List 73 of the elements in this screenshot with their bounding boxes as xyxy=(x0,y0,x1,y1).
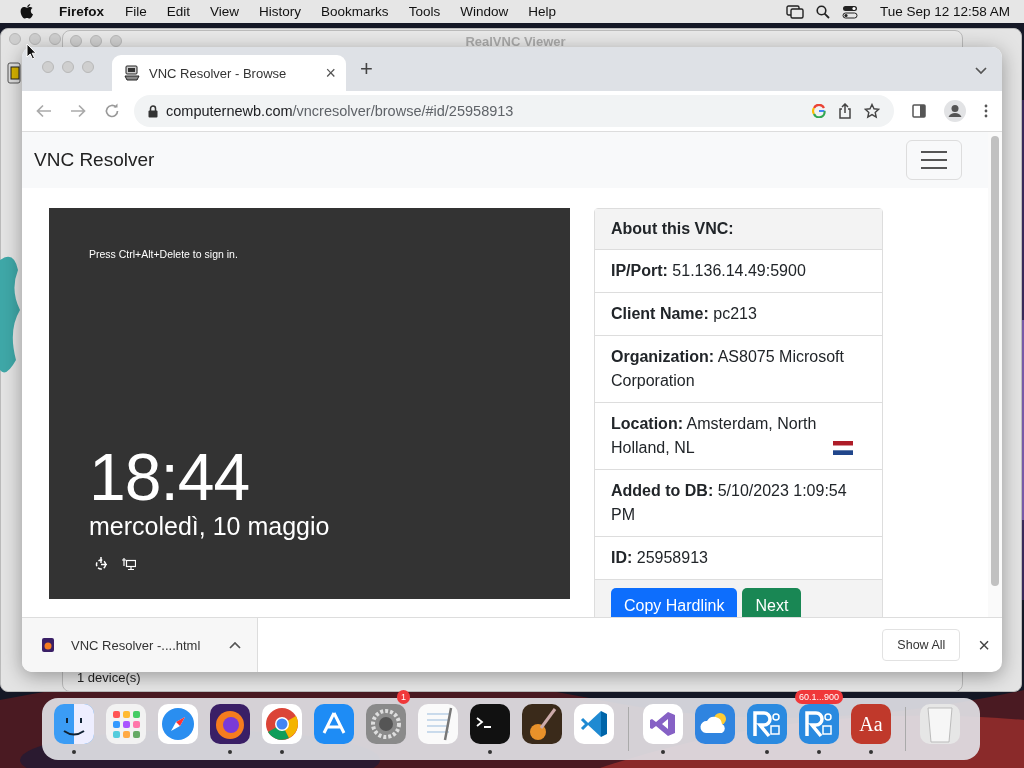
menu-item[interactable]: Edit xyxy=(166,4,191,19)
site-brand[interactable]: VNC Resolver xyxy=(34,149,155,171)
app-icon[interactable] xyxy=(574,704,614,744)
chevron-down-icon[interactable] xyxy=(975,67,987,75)
device-count: 1 device(s) xyxy=(76,670,142,687)
info-text: Location: Amsterdam, North Holland, NL xyxy=(611,414,818,458)
network-icon[interactable] xyxy=(122,557,136,570)
scrollbar-thumb[interactable] xyxy=(991,136,999,586)
next-button[interactable]: Next xyxy=(742,588,802,617)
menu-item[interactable]: File xyxy=(125,4,147,19)
chevron-up-icon xyxy=(229,641,241,649)
app-icon[interactable] xyxy=(522,704,562,744)
menu-item[interactable]: Window xyxy=(460,4,509,19)
reload-icon[interactable] xyxy=(104,103,120,119)
profile-icon[interactable] xyxy=(944,100,966,122)
running-dot xyxy=(869,750,873,754)
back-icon[interactable] xyxy=(36,104,52,118)
app-icon[interactable] xyxy=(470,704,510,744)
search-icon[interactable] xyxy=(815,4,830,19)
window-title: RealVNC Viewer xyxy=(464,33,567,49)
pointer-icon xyxy=(26,43,37,60)
app-menu[interactable]: Firefox xyxy=(59,4,104,19)
menu-item[interactable]: Bookmarks xyxy=(321,4,389,19)
app-icon[interactable]: Aa xyxy=(851,704,891,744)
file-icon xyxy=(42,638,54,652)
computer-icon xyxy=(124,65,140,81)
menu-item[interactable]: History xyxy=(259,4,302,19)
info-text: Client Name: pc213 xyxy=(611,305,757,322)
menubar-clock[interactable]: Tue Sep 12 12:58 AM xyxy=(879,4,1010,19)
address-bar[interactable]: computernewb.com/vncresolver/browse/#id/25958913 xyxy=(134,95,894,127)
notification-badge: 60.1...900 xyxy=(794,690,843,704)
more-icon[interactable] xyxy=(984,104,988,118)
running-dot xyxy=(72,750,76,754)
card-header: About this VNC: xyxy=(611,220,734,237)
accessibility-icon[interactable] xyxy=(94,557,108,571)
lock-clock: 18:44 xyxy=(89,444,250,510)
url-text: computernewb.com/vncresolver/browse/#id/25958913 xyxy=(166,103,514,119)
info-text: ID: 25958913 xyxy=(611,549,708,566)
info-text: Organization: AS8075 Microsoft Corporation xyxy=(611,348,844,389)
running-dot xyxy=(280,750,284,754)
new-tab-button[interactable]: + xyxy=(360,56,373,82)
app-icon[interactable] xyxy=(54,704,94,744)
menu-button[interactable] xyxy=(906,140,962,180)
info-text: Added to DB: 5/10/2023 1:09:54 PM xyxy=(611,482,847,523)
running-dot xyxy=(661,750,665,754)
menu-item[interactable]: Help xyxy=(528,4,556,19)
browser-tab[interactable]: VNC Resolver - Browse × xyxy=(112,55,346,91)
screen-mirror-icon[interactable] xyxy=(785,4,804,19)
info-text: IP/Port: 51.136.14.49:5900 xyxy=(611,262,806,279)
running-dot xyxy=(765,750,769,754)
download-item[interactable]: VNC Resolver -....html xyxy=(22,618,258,672)
app-icon[interactable] xyxy=(210,704,250,744)
share-icon[interactable] xyxy=(838,103,852,119)
sign-in-hint: Press Ctrl+Alt+Delete to sign in. xyxy=(89,248,238,260)
copy-button[interactable]: Copy Hardlink xyxy=(611,588,738,617)
menu-item[interactable]: View xyxy=(210,4,240,19)
close-button[interactable]: × xyxy=(978,633,990,657)
forward-icon[interactable] xyxy=(70,104,86,118)
apple-icon[interactable] xyxy=(20,3,34,20)
flag-icon xyxy=(833,441,853,455)
running-dot xyxy=(228,750,232,754)
running-dot xyxy=(817,750,821,754)
tab-close-button[interactable]: × xyxy=(325,62,336,84)
lock-icon xyxy=(148,104,158,118)
star-icon[interactable] xyxy=(864,103,880,119)
running-dot xyxy=(488,750,492,754)
sidebar-icon[interactable] xyxy=(912,104,926,118)
menu-item[interactable]: Tools xyxy=(408,4,441,19)
menu-icon xyxy=(921,150,947,170)
toggles-icon[interactable] xyxy=(841,4,858,19)
google-icon[interactable] xyxy=(812,104,826,118)
show-all-button[interactable]: Show All xyxy=(882,629,961,661)
lock-date: mercoledì, 10 maggio xyxy=(89,512,330,541)
